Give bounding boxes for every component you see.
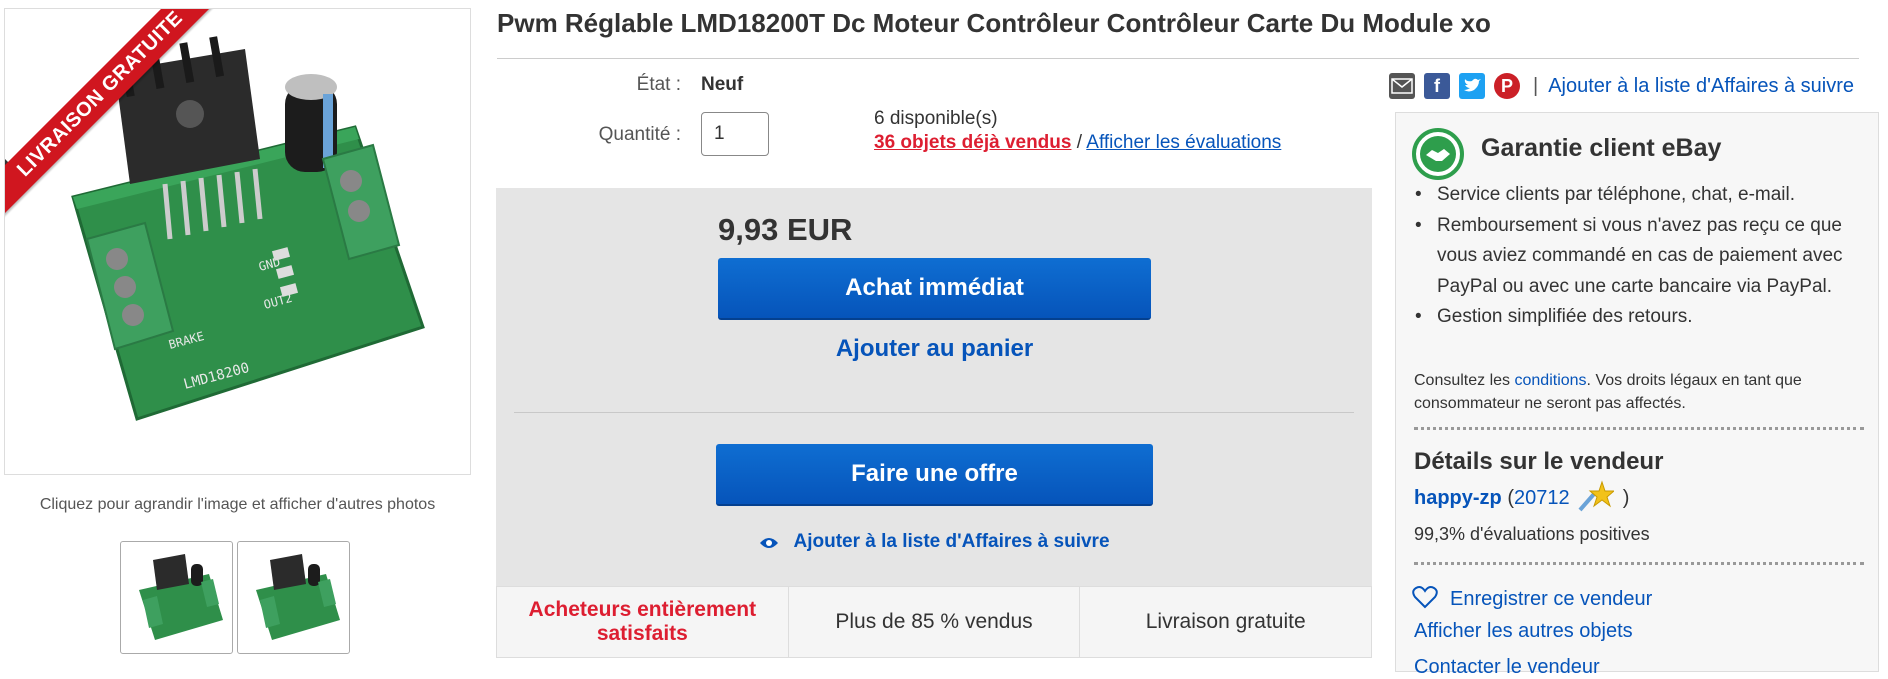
reviews-link[interactable]: Afficher les évaluations <box>1086 132 1281 153</box>
condition-value: Neuf <box>701 74 744 95</box>
add-to-cart-link[interactable]: Ajouter au panier <box>718 335 1151 363</box>
quantity-input[interactable] <box>701 112 769 156</box>
thumbnail-board-image <box>139 554 223 640</box>
main-product-image[interactable]: LMD18200 BRAKE OUT2 GND LIVRAISON GRATUI… <box>4 8 471 475</box>
thumbnail-2[interactable] <box>237 541 350 654</box>
heart-icon <box>1412 586 1438 609</box>
seller-close-paren: ) <box>1617 487 1630 509</box>
seller-feedback: 99,3% d'évaluations positives <box>1414 524 1650 544</box>
image-caption[interactable]: Cliquez pour agrandir l'image et affiche… <box>4 496 471 514</box>
bird-glyph <box>1464 78 1481 92</box>
quantity-label: Quantité : <box>598 124 681 145</box>
dotted-divider <box>1414 427 1864 430</box>
save-seller-link[interactable]: Enregistrer ce vendeur <box>1412 585 1652 611</box>
share-separator: | <box>1533 74 1539 97</box>
ebay-guarantee-icon <box>1412 128 1464 180</box>
seller-open-paren: ( <box>1501 487 1514 509</box>
feature-satisfied-buyers: Acheteurs entièrement satisfaits <box>497 587 789 657</box>
conditions-link[interactable]: conditions <box>1515 372 1587 389</box>
other-items-link[interactable]: Afficher les autres objets <box>1414 620 1633 643</box>
seller-score-link[interactable]: 20712 <box>1514 487 1570 509</box>
add-to-watchlist-link[interactable]: Ajouter à la liste d'Affaires à suivre <box>716 531 1153 553</box>
share-row: f P | Ajouter à la liste d'Affaires à su… <box>1389 71 1854 101</box>
guarantee-title: Garantie client eBay <box>1481 134 1722 162</box>
pinterest-icon[interactable]: P <box>1494 73 1520 99</box>
availability-text: 6 disponible(s) <box>874 108 998 129</box>
feature-free-shipping: Livraison gratuite <box>1145 610 1306 633</box>
sold-line: 36 objets déjà vendus / Afficher les éva… <box>874 132 1281 154</box>
guarantee-bullet: Remboursement si vous n'avez pas reçu ce… <box>1413 211 1865 303</box>
buy-now-button[interactable]: Achat immédiat <box>718 258 1151 320</box>
guarantee-bullet: Service clients par téléphone, chat, e-m… <box>1413 180 1865 211</box>
thumbnail-board-image <box>256 554 340 640</box>
feature-strip: Acheteurs entièrement satisfaits Plus de… <box>496 586 1372 658</box>
price: 9,93 EUR <box>718 212 853 247</box>
sold-count-link[interactable]: 36 objets déjà vendus <box>874 132 1071 153</box>
seller-line: happy-zp (20712 ) <box>1414 480 1629 512</box>
shooting-star-icon <box>1578 480 1615 512</box>
motor-driver-board-image: LMD18200 BRAKE OUT2 GND <box>71 36 425 421</box>
save-seller-label: Enregistrer ce vendeur <box>1450 588 1653 610</box>
email-icon[interactable] <box>1389 73 1415 99</box>
guarantee-bullet: Gestion simplifiée des retours. <box>1413 302 1865 333</box>
dotted-divider <box>1414 562 1864 565</box>
facebook-icon[interactable]: f <box>1424 73 1450 99</box>
guarantee-bullets: Service clients par téléphone, chat, e-m… <box>1413 180 1865 333</box>
twitter-icon[interactable] <box>1459 73 1485 99</box>
envelope-glyph <box>1391 78 1413 94</box>
legal-pre: Consultez les <box>1414 372 1515 389</box>
thumbnail-1[interactable] <box>120 541 233 654</box>
eye-icon <box>760 538 779 548</box>
title-divider <box>497 58 1859 59</box>
add-to-watchlist-label: Ajouter à la liste d'Affaires à suivre <box>793 531 1110 552</box>
seller-name-link[interactable]: happy-zp <box>1414 487 1502 509</box>
contact-seller-link[interactable]: Contacter le vendeur <box>1414 656 1600 679</box>
buy-box <box>496 188 1372 586</box>
watchlist-top-link[interactable]: Ajouter à la liste d'Affaires à suivre <box>1548 75 1854 98</box>
make-offer-button[interactable]: Faire une offre <box>716 444 1153 506</box>
buy-box-divider <box>514 412 1354 413</box>
legal-note: Consultez les conditions. Vos droits lég… <box>1414 369 1864 415</box>
feature-sold-percent: Plus de 85 % vendus <box>789 587 1081 657</box>
sold-separator: / <box>1076 132 1083 153</box>
condition-label: État : <box>636 74 681 95</box>
product-title: Pwm Réglable LMD18200T Dc Moteur Contrôl… <box>497 8 1491 38</box>
seller-title: Détails sur le vendeur <box>1414 448 1664 475</box>
